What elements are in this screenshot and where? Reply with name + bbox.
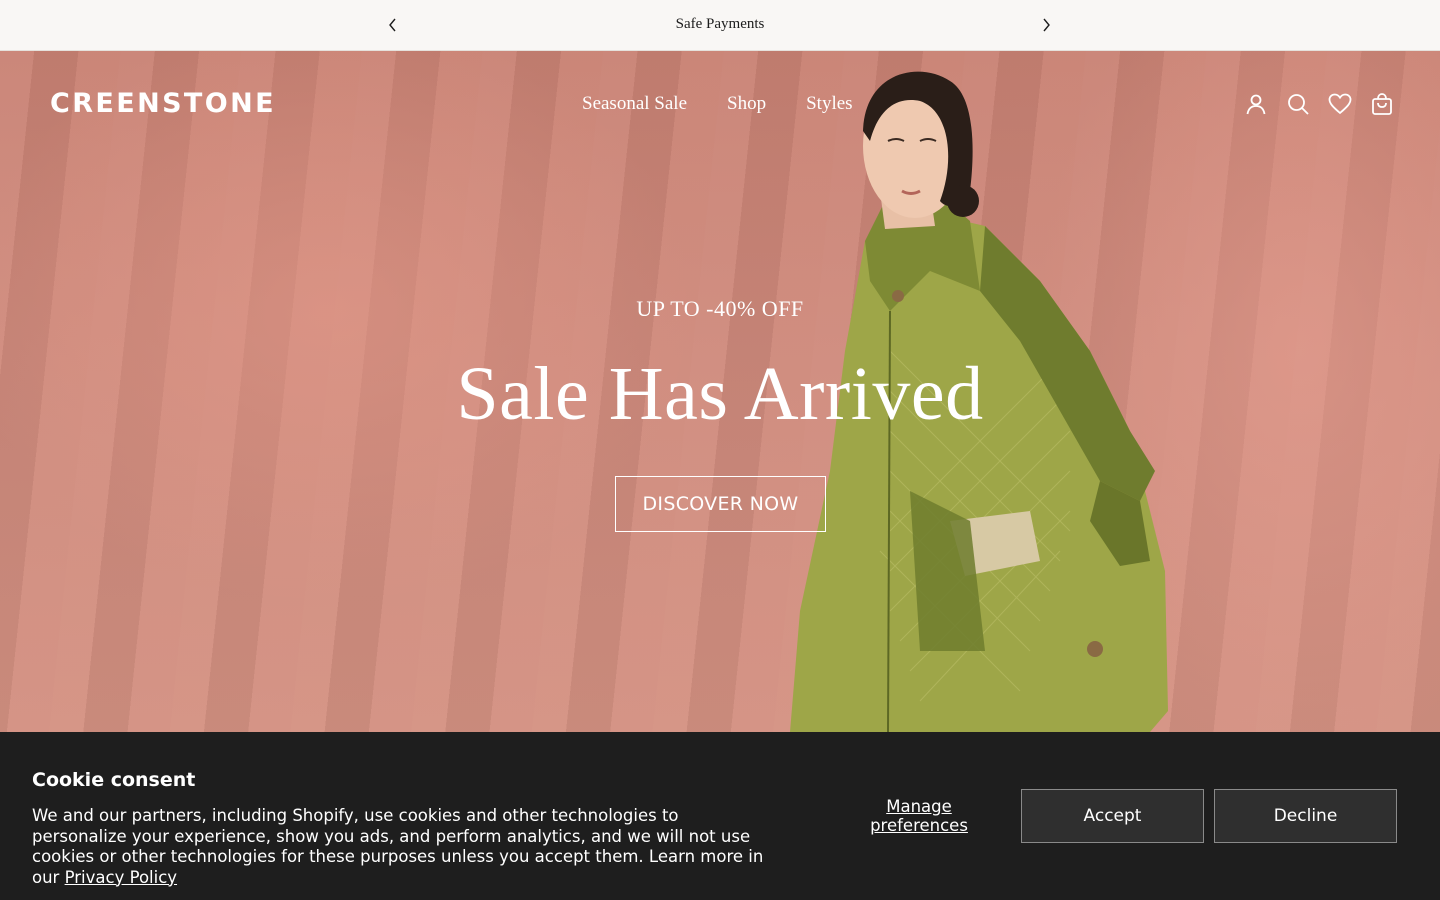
accept-button[interactable]: Accept (1021, 789, 1204, 843)
hero-headline: Sale Has Arrived (456, 352, 984, 436)
header-actions (1244, 92, 1394, 116)
account-icon[interactable] (1244, 92, 1268, 116)
hero-eyebrow: UP TO -40% OFF (636, 296, 804, 321)
hero-banner: CREENSTONE Seasonal Sale Shop Styles UP … (0, 51, 1440, 732)
chevron-right-icon[interactable] (1035, 14, 1057, 36)
search-icon[interactable] (1286, 92, 1310, 116)
privacy-policy-link[interactable]: Privacy Policy (65, 868, 177, 887)
discover-now-button[interactable]: DISCOVER NOW (615, 476, 826, 532)
brand-logo[interactable]: CREENSTONE (50, 88, 276, 119)
main-nav: Seasonal Sale Shop Styles (582, 93, 853, 115)
announcement-bar: Safe Payments (0, 0, 1440, 51)
cart-bag-icon[interactable] (1370, 92, 1394, 116)
nav-item-styles[interactable]: Styles (806, 93, 852, 115)
nav-item-seasonal-sale[interactable]: Seasonal Sale (582, 93, 687, 115)
cookie-title: Cookie consent (32, 769, 196, 791)
cookie-description: We and our partners, including Shopify, … (32, 806, 772, 888)
cookie-consent-banner: Cookie consent We and our partners, incl… (0, 732, 1440, 900)
nav-item-shop[interactable]: Shop (727, 93, 766, 115)
wishlist-heart-icon[interactable] (1328, 92, 1352, 116)
announcement-message: Safe Payments (675, 16, 765, 32)
manage-preferences-link[interactable]: Manage preferences (860, 797, 978, 835)
decline-button[interactable]: Decline (1214, 789, 1397, 843)
